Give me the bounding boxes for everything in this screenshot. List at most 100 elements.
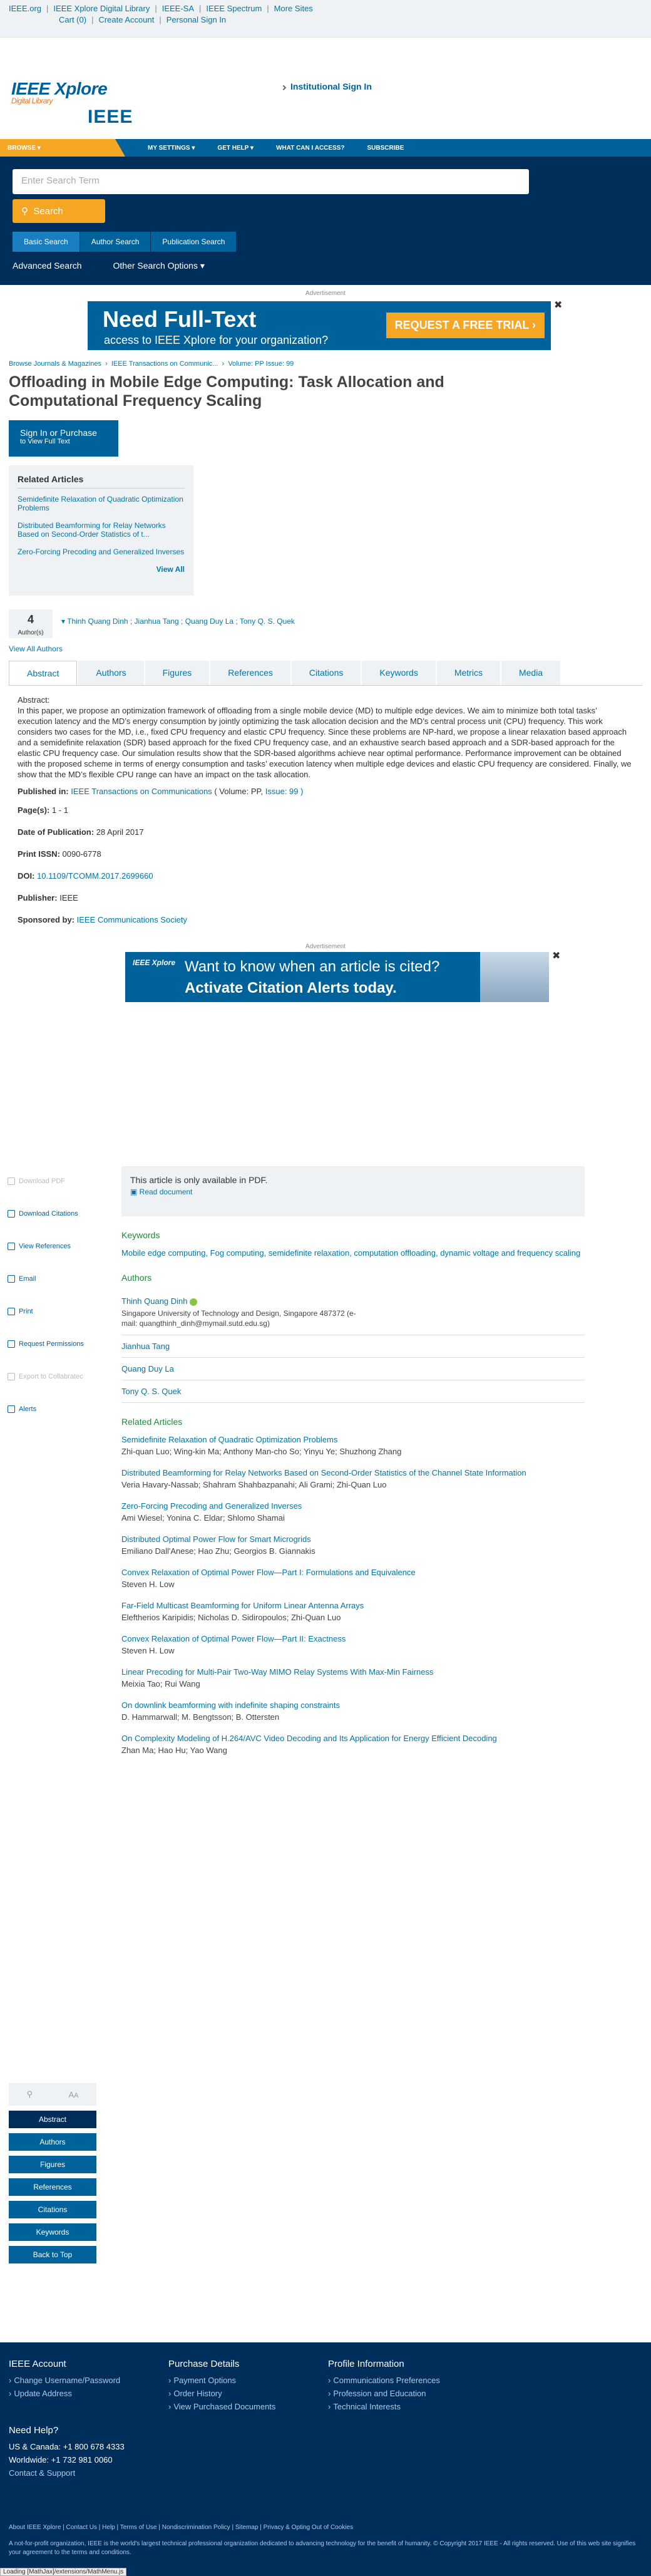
author-name[interactable]: Tony Q. S. Quek (121, 1387, 181, 1396)
read-document-link[interactable]: ▣ Read document (130, 1187, 576, 1196)
view-all-related[interactable]: View All (18, 565, 185, 574)
other-search-options[interactable]: Other Search Options ▾ (113, 261, 205, 271)
author-name[interactable]: Thinh Quang Dinh (121, 1296, 188, 1306)
footer-link[interactable]: Profession and Education (328, 2389, 488, 2398)
institutional-signin[interactable]: Institutional Sign In (280, 81, 372, 91)
advanced-search-link[interactable]: Advanced Search (13, 261, 82, 271)
personal-signin-link[interactable]: Personal Sign In (167, 15, 226, 24)
download-icon (8, 1210, 15, 1218)
cart-link[interactable]: Cart (0) (59, 15, 86, 24)
related-articles-heading: Related Articles (121, 1417, 183, 1427)
crumb-browse[interactable]: Browse Journals & Magazines (9, 360, 101, 368)
view-all-authors[interactable]: View All Authors (9, 644, 63, 653)
util-link-spectrum[interactable]: IEEE Spectrum (206, 4, 262, 13)
footer-link[interactable]: Update Address (9, 2389, 168, 2398)
ad-alerts-box[interactable]: IEEE Xplore Want to know when an article… (125, 952, 549, 1002)
nav-get-help[interactable]: GET HELP ▾ (217, 145, 254, 152)
footer-link[interactable]: View Purchased Documents (168, 2402, 328, 2411)
signin-purchase-button[interactable]: Sign In or Purchase to View Full Text (9, 420, 118, 457)
issue-link[interactable]: Issue: 99 ) (265, 787, 304, 796)
util-link-sa[interactable]: IEEE-SA (162, 4, 194, 13)
email[interactable]: Email (0, 1263, 111, 1295)
nav-citations[interactable]: Citations (9, 2201, 96, 2218)
related-article: On downlink beamforming with indefinite … (121, 1700, 341, 1722)
footer-purchase: Purchase Details Payment Options Order H… (168, 2359, 328, 2415)
pdf-notice: This article is only available in PDF. ▣… (121, 1166, 585, 1216)
related-article: Convex Relaxation of Optimal Power Flow—… (121, 1634, 346, 1655)
related-item[interactable]: Zero-Forcing Precoding and Generalized I… (18, 547, 185, 556)
mathjax-loading: Loading [MathJax]/extensions/MathMenu.js (0, 2568, 127, 2576)
nav-what-can-i-access[interactable]: WHAT CAN I ACCESS? (276, 145, 344, 152)
footer-link[interactable]: Payment Options (168, 2376, 328, 2385)
journal-link[interactable]: IEEE Transactions on Communications (71, 787, 212, 796)
tab-basic-search[interactable]: Basic Search (13, 232, 79, 252)
ad-banner-alerts: Advertisement IEEE Xplore Want to know w… (0, 943, 651, 1003)
tab-metrics[interactable]: Metrics (436, 661, 500, 685)
nav-figures[interactable]: Figures (9, 2156, 96, 2173)
ad-trial-box[interactable]: Need Full-Text access to IEEE Xplore for… (88, 301, 551, 350)
tab-references[interactable]: References (210, 661, 290, 685)
keywords-list[interactable]: Mobile edge computing, Fog computing, se… (121, 1248, 585, 1259)
author-name[interactable]: Quang Duy La (121, 1364, 174, 1373)
nav-abstract[interactable]: Abstract (9, 2111, 96, 2128)
browse-menu[interactable]: BROWSE ▾ (0, 139, 125, 157)
request-trial-button[interactable]: REQUEST A FREE TRIAL › (386, 313, 545, 338)
article-body: This article is only available in PDF. ▣… (121, 1166, 585, 1766)
export-collabratec[interactable]: Export to Collabratec (0, 1360, 111, 1393)
search-input[interactable]: Enter Search Term (13, 169, 529, 194)
nav-subscribe[interactable]: SUBSCRIBE (367, 145, 404, 152)
nav-references[interactable]: References (9, 2178, 96, 2196)
tab-publication-search[interactable]: Publication Search (151, 232, 237, 252)
footer-links[interactable]: About IEEE Xplore | Contact Us | Help | … (9, 2524, 642, 2531)
tab-figures[interactable]: Figures (145, 661, 210, 685)
nav-keywords[interactable]: Keywords (9, 2223, 96, 2241)
tab-authors[interactable]: Authors (78, 661, 144, 685)
util-link-ieee[interactable]: IEEE.org (9, 4, 41, 13)
footer-link[interactable]: Change Username/Password (9, 2376, 168, 2385)
download-pdf[interactable]: Download PDF (0, 1165, 111, 1197)
tab-citations[interactable]: Citations (291, 661, 361, 685)
tab-media[interactable]: Media (501, 661, 561, 685)
author-item: Quang Duy La (121, 1358, 585, 1380)
download-citations[interactable]: Download Citations (0, 1197, 111, 1230)
util-link-xplore[interactable]: IEEE Xplore Digital Library (53, 4, 150, 13)
footer-link[interactable]: Communications Preferences (328, 2376, 488, 2385)
text-size-icon[interactable]: AA (68, 2090, 78, 2099)
chevron-right-icon (280, 85, 287, 91)
tab-keywords[interactable]: Keywords (362, 661, 436, 685)
author-name[interactable]: Jianhua Tang (121, 1342, 170, 1351)
view-references[interactable]: View References (0, 1230, 111, 1263)
export-icon (8, 1373, 15, 1380)
related-heading: Related Articles (18, 474, 185, 489)
create-account-link[interactable]: Create Account (98, 15, 154, 24)
doi-link[interactable]: 10.1109/TCOMM.2017.2699660 (37, 871, 153, 881)
related-item[interactable]: Semidefinite Relaxation of Quadratic Opt… (18, 495, 185, 512)
nav-authors[interactable]: Authors (9, 2133, 96, 2151)
util-link-more[interactable]: More Sites (274, 4, 313, 13)
close-icon[interactable]: ✖ (554, 299, 562, 311)
section-nav: ⚲ AA Abstract Authors Figures References… (9, 2083, 96, 2263)
search-button[interactable]: ⚲ Search (13, 199, 105, 223)
tab-author-search[interactable]: Author Search (79, 232, 151, 252)
ieee-logo[interactable]: IEEE (88, 106, 133, 127)
search-icon[interactable]: ⚲ (27, 2089, 33, 2099)
contact-support-link[interactable]: Contact & Support (9, 2468, 642, 2478)
related-item[interactable]: Distributed Beamforming for Relay Networ… (18, 521, 185, 539)
nav-my-settings[interactable]: MY SETTINGS ▾ (148, 145, 195, 152)
xplore-logo[interactable]: IEEE Xplore Digital Library (11, 79, 108, 105)
close-icon[interactable]: ✖ (552, 949, 560, 962)
print[interactable]: Print (0, 1295, 111, 1328)
crumb-volume[interactable]: Volume: PP Issue: 99 (228, 360, 294, 368)
request-permissions[interactable]: Request Permissions (0, 1328, 111, 1360)
published-in: Published in: IEEE Transactions on Commu… (18, 787, 304, 796)
tab-abstract[interactable]: Abstract (9, 661, 78, 685)
author-names[interactable]: ▾ Thinh Quang Dinh ; Jianhua Tang ; Quan… (61, 617, 295, 626)
author-item: Thinh Quang Dinh Singapore University of… (121, 1290, 585, 1335)
nav-back-to-top[interactable]: Back to Top (9, 2246, 96, 2263)
sponsor-link[interactable]: IEEE Communications Society (77, 915, 187, 924)
alerts[interactable]: Alerts (0, 1393, 111, 1425)
crumb-journal[interactable]: IEEE Transactions on Communic... (111, 360, 218, 368)
footer-link[interactable]: Order History (168, 2389, 328, 2398)
footer-link[interactable]: Technical Interests (328, 2402, 488, 2411)
orcid-icon[interactable] (189, 1298, 197, 1306)
